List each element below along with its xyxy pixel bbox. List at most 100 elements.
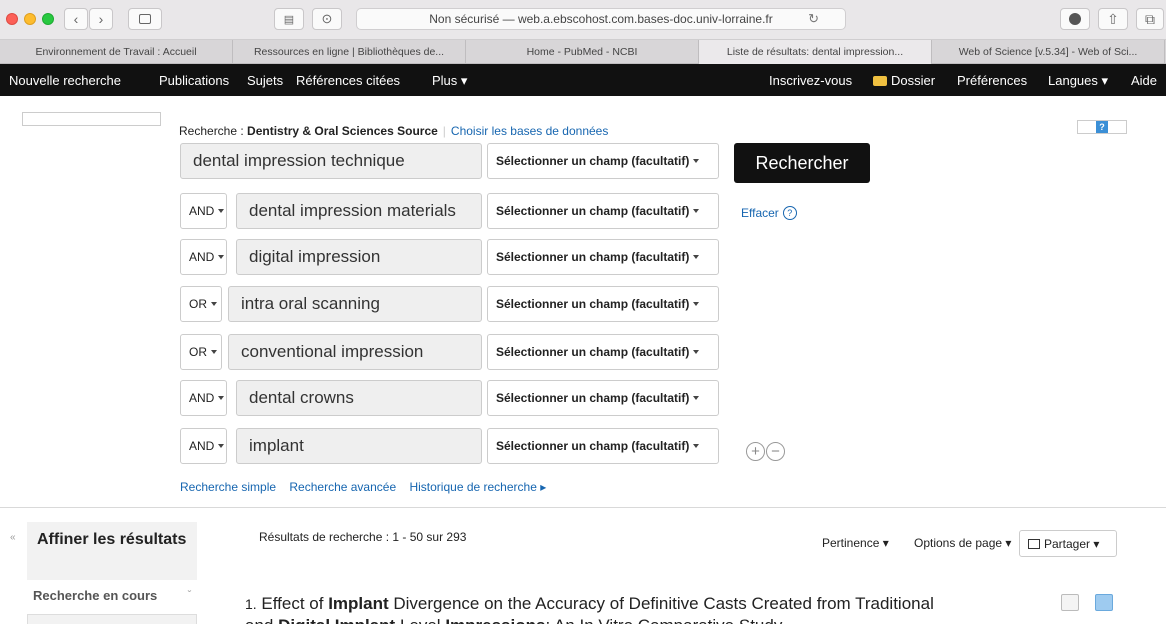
caret-down-icon	[211, 302, 217, 306]
search-term-input[interactable]: dental crowns	[236, 380, 482, 416]
preview-magnifier-icon[interactable]	[1061, 594, 1079, 611]
reader-button[interactable]: ▤	[274, 8, 304, 30]
caret-down-icon	[693, 159, 700, 163]
field-select[interactable]: Sélectionner un champ (facultatif)	[487, 239, 719, 275]
minimize-window-button[interactable]	[24, 13, 36, 25]
sidebar-icon	[139, 14, 151, 24]
share-browser-button[interactable]: ⇧	[1098, 8, 1128, 30]
share-arrow-icon	[1028, 538, 1040, 549]
forward-button[interactable]: ›	[89, 8, 113, 30]
nav-publications[interactable]: Publications	[159, 73, 229, 88]
field-select[interactable]: Sélectionner un champ (facultatif)	[487, 428, 719, 464]
operator-label: AND	[189, 204, 215, 218]
result-title-line1[interactable]: 1. Effect of Implant Divergence on the A…	[245, 594, 934, 614]
reader-icon: ▤	[283, 13, 295, 26]
simple-search-link[interactable]: Recherche simple	[180, 480, 276, 494]
search-term-input[interactable]: conventional impression	[228, 334, 482, 370]
boolean-operator-select[interactable]: AND	[180, 239, 227, 275]
database-line: Recherche : Dentistry & Oral Sciences So…	[179, 124, 608, 138]
field-select[interactable]: Sélectionner un champ (facultatif)	[487, 380, 719, 416]
advanced-search-link[interactable]: Recherche avancée	[289, 480, 396, 494]
nav-cited-references[interactable]: Références citées	[296, 73, 400, 88]
download-icon	[1069, 13, 1081, 25]
nav-folder[interactable]: Dossier	[873, 73, 935, 88]
remove-row-minus-icon[interactable]: −	[766, 442, 785, 461]
help-question-icon[interactable]: ?	[782, 206, 797, 220]
add-to-folder-icon[interactable]	[1095, 594, 1113, 611]
field-select-label: Sélectionner un champ (facultatif)	[496, 250, 690, 264]
nav-help[interactable]: Aide	[1131, 73, 1157, 88]
share-button[interactable]: Partager ▾	[1019, 530, 1117, 557]
boolean-operator-select[interactable]: AND	[180, 380, 227, 416]
caret-down-icon	[693, 255, 700, 259]
chevron-left-icon: ‹	[73, 11, 79, 27]
search-term-input[interactable]: digital impression	[236, 239, 482, 275]
collapse-sidebar-icon[interactable]: «	[10, 532, 16, 543]
search-button[interactable]: Rechercher	[734, 143, 870, 183]
search-term-input[interactable]: intra oral scanning	[228, 286, 482, 322]
nav-languages[interactable]: Langues ▾	[1048, 73, 1108, 89]
caret-down-icon	[693, 396, 700, 400]
search-mode-links: Recherche simple Recherche avancée Histo…	[180, 480, 556, 494]
search-term-input[interactable]: dental impression technique	[180, 143, 482, 179]
boolean-operator-select[interactable]: OR	[180, 334, 222, 370]
add-row-plus-icon[interactable]: +	[746, 442, 765, 461]
results-count: Résultats de recherche : 1 - 50 sur 293	[259, 530, 467, 544]
caret-down-icon	[218, 444, 225, 448]
address-bar[interactable]: Non sécurisé — web.a.ebscohost.com.bases…	[356, 8, 846, 30]
url-text: Non sécurisé — web.a.ebscohost.com.bases…	[429, 12, 773, 26]
close-window-button[interactable]	[6, 13, 18, 25]
search-term-input[interactable]: dental impression materials	[236, 193, 482, 229]
nav-register[interactable]: Inscrivez-vous	[769, 73, 852, 88]
field-select[interactable]: Sélectionner un champ (facultatif)	[487, 334, 719, 370]
share-icon: ⇧	[1107, 10, 1119, 27]
clear-area: Effacer?	[741, 206, 797, 220]
clear-link[interactable]: Effacer	[741, 206, 779, 220]
extension-button[interactable]: ⊙	[312, 8, 342, 30]
nav-subjects[interactable]: Sujets	[247, 73, 283, 88]
help-icon[interactable]: ?	[1096, 121, 1108, 133]
result-title-line2[interactable]: and Digital Implant Level Impressions: A…	[245, 616, 782, 624]
operator-label: AND	[189, 439, 215, 453]
field-select[interactable]: Sélectionner un champ (facultatif)	[487, 286, 719, 322]
relevance-sort-dropdown[interactable]: Pertinence ▾	[822, 536, 889, 550]
caret-down-icon	[218, 255, 225, 259]
title-segment: Level	[395, 616, 445, 624]
operator-label: OR	[189, 345, 207, 359]
field-select-label: Sélectionner un champ (facultatif)	[496, 391, 690, 405]
nav-new-search[interactable]: Nouvelle recherche	[9, 73, 121, 88]
boolean-operator-select[interactable]: AND	[180, 193, 227, 229]
field-select-label: Sélectionner un champ (facultatif)	[496, 297, 690, 311]
page-options-dropdown[interactable]: Options de page ▾	[914, 536, 1011, 550]
field-select[interactable]: Sélectionner un champ (facultatif)	[487, 143, 719, 179]
current-search-header[interactable]: Recherche en cours ˇ	[27, 588, 197, 603]
nav-preferences[interactable]: Préférences	[957, 73, 1027, 88]
sidebar-toggle-button[interactable]	[128, 8, 162, 30]
tabs-overview-button[interactable]: ⧉	[1136, 8, 1164, 30]
browser-tab[interactable]: Web of Science [v.5.34] - Web of Sci...	[932, 40, 1165, 64]
browser-tab[interactable]: Home - PubMed - NCBI	[466, 40, 699, 64]
search-history-link[interactable]: Historique de recherche ▸	[409, 480, 546, 494]
choose-databases-link[interactable]: Choisir les bases de données	[451, 124, 608, 138]
reload-icon[interactable]: ↻	[808, 11, 819, 27]
section-divider	[0, 507, 1166, 508]
nav-more[interactable]: Plus ▾	[432, 73, 467, 89]
download-button[interactable]	[1060, 8, 1090, 30]
browser-tab-active[interactable]: Liste de résultats: dental impression...	[699, 40, 932, 64]
boolean-operator-select[interactable]: OR	[180, 286, 222, 322]
back-button[interactable]: ‹	[64, 8, 88, 30]
field-select-label: Sélectionner un champ (facultatif)	[496, 345, 690, 359]
browser-tab[interactable]: Environnement de Travail : Accueil	[0, 40, 233, 64]
title-segment: Divergence on the Accuracy of Definitive…	[388, 594, 934, 613]
browser-titlebar: ‹ › ▤ ⊙ Non sécurisé — web.a.ebscohost.c…	[0, 0, 1166, 40]
search-term-input[interactable]: implant	[236, 428, 482, 464]
field-select[interactable]: Sélectionner un champ (facultatif)	[487, 193, 719, 229]
title-segment: : An In Vitro Comparative Study	[545, 616, 782, 624]
caret-down-icon	[218, 209, 225, 213]
zoom-window-button[interactable]	[42, 13, 54, 25]
boolean-operator-select[interactable]: AND	[180, 428, 227, 464]
caret-down-icon	[693, 302, 700, 306]
caret-down-icon	[218, 396, 225, 400]
browser-tab[interactable]: Ressources en ligne | Bibliothèques de..…	[233, 40, 466, 64]
title-segment: and	[245, 616, 278, 624]
